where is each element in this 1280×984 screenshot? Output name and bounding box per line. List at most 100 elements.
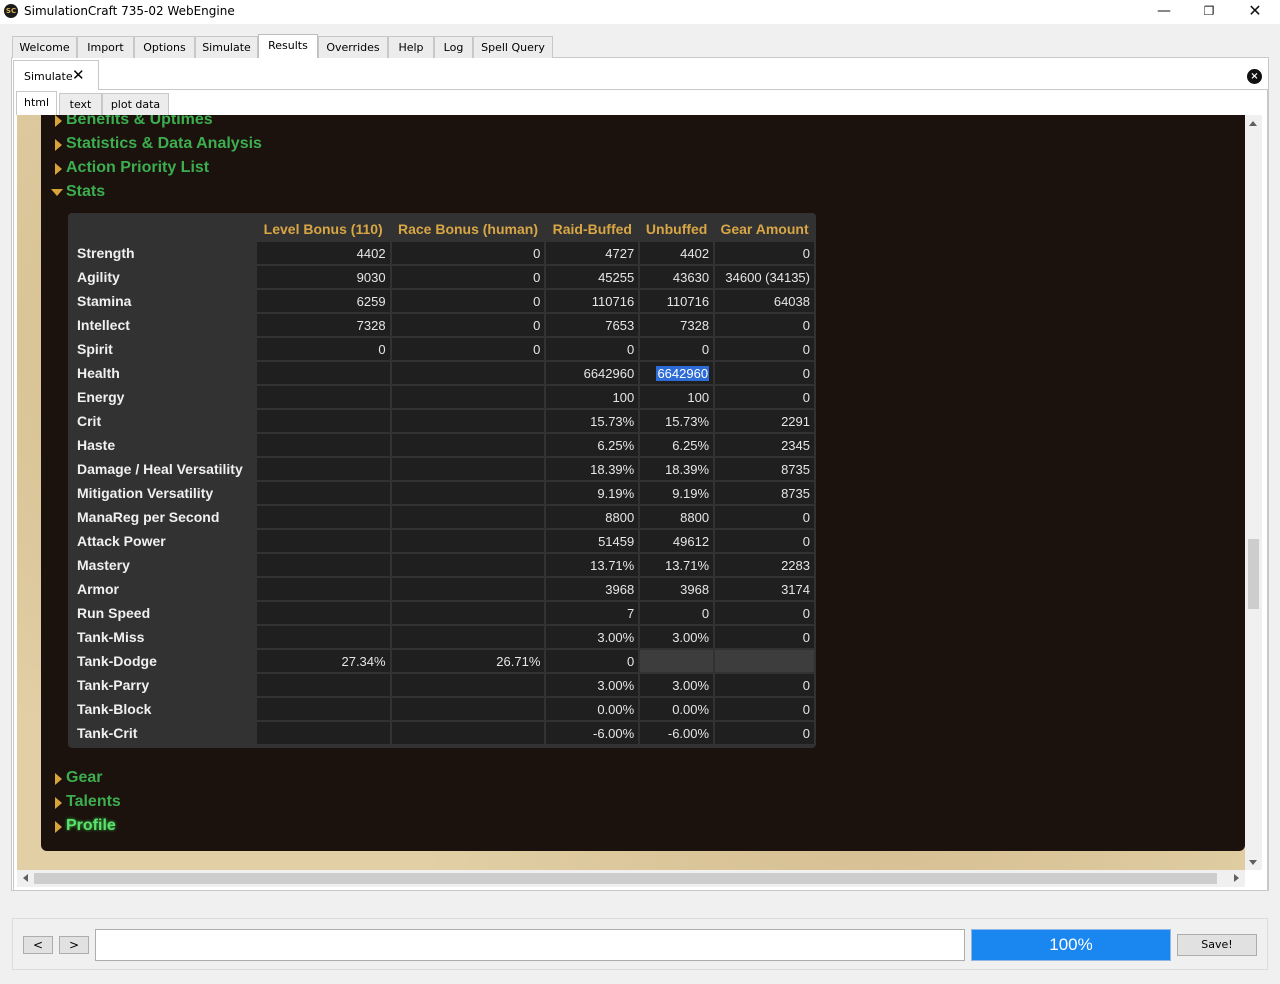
stat-value: -6.00% — [640, 722, 714, 744]
subtab-text[interactable]: text — [59, 93, 102, 115]
stats-row: Strength 4402 0 4727 4402 0 — [75, 242, 814, 264]
tab-options[interactable]: Options — [134, 36, 195, 58]
tab-import[interactable]: Import — [77, 36, 134, 58]
stat-value: 100 — [640, 386, 714, 408]
stat-name: Agility — [77, 269, 120, 285]
stats-row: Health 6642960 6642960 0 — [75, 362, 814, 384]
stat-value: 7328 — [256, 314, 390, 336]
stat-value — [256, 698, 390, 720]
stat-value: 15.73% — [640, 410, 714, 432]
scroll-right-icon[interactable] — [1234, 874, 1239, 882]
header-race-bonus: Race Bonus (human) — [397, 221, 538, 237]
stat-value — [391, 554, 545, 576]
maximize-button[interactable]: ❐ — [1186, 0, 1232, 24]
stat-value: 0 — [715, 314, 814, 336]
tab-simulate[interactable]: Simulate — [195, 36, 258, 58]
stats-row: Haste 6.25% 6.25% 2345 — [75, 434, 814, 456]
tab-overrides[interactable]: Overrides — [318, 36, 388, 58]
vertical-scroll-thumb[interactable] — [1248, 539, 1259, 609]
stat-name: Stamina — [77, 293, 132, 309]
expand-arrow-icon — [55, 773, 62, 785]
stat-value — [256, 482, 390, 504]
tab-help[interactable]: Help — [388, 36, 434, 58]
stats-row: Armor 3968 3968 3174 — [75, 578, 814, 600]
vertical-scrollbar[interactable] — [1245, 115, 1262, 870]
tab-spell-query[interactable]: Spell Query — [473, 36, 553, 58]
stat-value: 18.39% — [546, 458, 639, 480]
horizontal-scroll-thumb[interactable] — [34, 873, 1217, 884]
stat-value: 3968 — [640, 578, 714, 600]
horizontal-scrollbar[interactable] — [17, 870, 1245, 887]
stat-value: 8800 — [640, 506, 714, 528]
stat-value — [256, 554, 390, 576]
header-raid-buffed: Raid-Buffed — [552, 221, 632, 237]
stat-name: Mastery — [77, 557, 130, 573]
stat-value: 8800 — [546, 506, 639, 528]
close-window-button[interactable]: ✕ — [1232, 0, 1278, 24]
stat-value — [391, 386, 545, 408]
stats-header-row: Level Bonus (110) Race Bonus (human) Rai… — [75, 218, 814, 240]
command-input[interactable] — [95, 929, 965, 961]
stat-name: ManaReg per Second — [77, 509, 220, 525]
minimize-button[interactable]: — — [1141, 0, 1187, 24]
stat-value — [256, 458, 390, 480]
expand-arrow-icon — [55, 139, 62, 151]
stat-value: 9.19% — [640, 482, 714, 504]
stat-value: 0 — [391, 242, 545, 264]
stat-name: Run Speed — [77, 605, 151, 621]
report-webview[interactable]: Benefits & Uptimes Statistics & Data Ana… — [17, 115, 1245, 870]
stat-value — [256, 530, 390, 552]
stat-value: 3.00% — [546, 674, 639, 696]
close-all-icon[interactable]: × — [1247, 69, 1262, 84]
stat-value: 13.71% — [640, 554, 714, 576]
stat-name: Tank-Parry — [77, 677, 150, 693]
stat-value: 0 — [391, 314, 545, 336]
expand-arrow-icon — [55, 115, 62, 127]
stat-value — [391, 482, 545, 504]
stat-value: 0 — [715, 626, 814, 648]
stat-value — [256, 506, 390, 528]
stat-value: 2345 — [715, 434, 814, 456]
stat-name: Energy — [77, 389, 125, 405]
stat-value: 18.39% — [640, 458, 714, 480]
stat-value: 8735 — [715, 458, 814, 480]
tab-welcome[interactable]: Welcome — [12, 36, 77, 58]
tab-results[interactable]: Results — [258, 34, 318, 58]
close-result-icon[interactable]: ✕ — [72, 66, 85, 84]
stat-name: Mitigation Versatility — [77, 485, 214, 501]
stat-value: 0.00% — [640, 698, 714, 720]
title-bar: SC SimulationCraft 735-02 WebEngine — ❐ … — [0, 0, 1280, 24]
stat-name: Tank-Crit — [77, 725, 138, 741]
stat-name: Strength — [77, 245, 135, 261]
subtab-plot-data[interactable]: plot data — [102, 93, 169, 115]
back-button[interactable]: < — [23, 936, 53, 954]
tab-log[interactable]: Log — [434, 36, 473, 58]
stat-value: 51459 — [546, 530, 639, 552]
section-title: Stats — [66, 183, 106, 200]
stat-value: 0 — [715, 674, 814, 696]
scroll-down-icon[interactable] — [1249, 860, 1257, 865]
window-title: SimulationCraft 735-02 WebEngine — [24, 4, 235, 18]
stat-name: Intellect — [77, 317, 130, 333]
stat-value: 3.00% — [640, 626, 714, 648]
stat-value: 0 — [640, 338, 714, 360]
stat-value — [391, 434, 545, 456]
stats-row: Stamina 6259 0 110716 110716 64038 — [75, 290, 814, 312]
stat-name: Damage / Heal Versatility — [77, 461, 243, 477]
result-tab-simulate[interactable]: Simulate ✕ — [13, 60, 99, 90]
stats-table-container: Level Bonus (110) Race Bonus (human) Rai… — [68, 213, 816, 748]
selected-text: 6642960 — [656, 365, 710, 381]
scroll-up-icon[interactable] — [1249, 121, 1257, 126]
section-title: Action Priority List — [66, 159, 210, 176]
stat-value — [256, 362, 390, 384]
forward-button[interactable]: > — [59, 936, 89, 954]
scroll-left-icon[interactable] — [23, 874, 28, 882]
stat-value: 45255 — [546, 266, 639, 288]
stat-value: 4402 — [640, 242, 714, 264]
subtab-html[interactable]: html — [16, 91, 57, 115]
stat-value: 0 — [715, 386, 814, 408]
empty-cell — [715, 650, 814, 672]
stat-value — [256, 626, 390, 648]
stat-value: -6.00% — [546, 722, 639, 744]
save-button[interactable]: Save! — [1177, 934, 1257, 956]
